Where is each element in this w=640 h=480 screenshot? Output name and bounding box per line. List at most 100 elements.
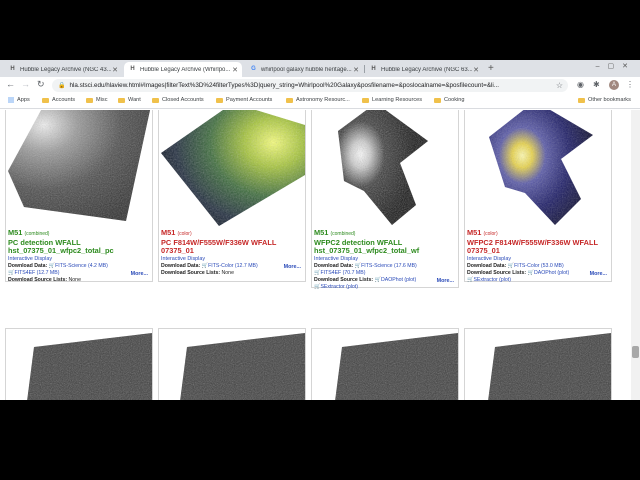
target-label: M51 xyxy=(161,228,176,237)
bookmark-astronomy-resources[interactable]: Astronomy Resourc... xyxy=(286,97,350,103)
bookmark-accounts[interactable]: Accounts xyxy=(42,97,75,103)
dataset-name: hst_07375_01_wfpc2_total_pc xyxy=(8,246,114,255)
apps-grid-icon xyxy=(8,97,14,103)
bookmark-apps[interactable]: Apps xyxy=(8,97,30,103)
download-data-row: 🛒FITS4EF (70.7 MB) xyxy=(314,270,458,277)
download-link[interactable]: FITS-Color (12.7 MB) xyxy=(208,263,258,269)
bookmark-closed-accounts[interactable]: Closed Accounts xyxy=(152,97,204,103)
hla-favicon-icon: H xyxy=(371,66,376,72)
more-link[interactable]: More... xyxy=(437,278,454,284)
bookmark-label: Learning Resources xyxy=(372,97,423,103)
folder-icon xyxy=(362,97,369,103)
source-lists-row: Download Source Lists: None xyxy=(8,277,152,284)
download-data-label: Download Data: xyxy=(8,262,48,269)
folder-icon xyxy=(578,97,585,103)
tab-title: whirlpool galaxy hubble heritage... xyxy=(261,66,352,73)
lock-icon: 🔒 xyxy=(58,83,66,89)
source-lists-label: Download Source Lists: xyxy=(467,269,527,276)
tab-strip: H Hubble Legacy Archive (NGC 43... ✕ H H… xyxy=(0,60,640,77)
folder-icon xyxy=(152,97,159,103)
forward-icon[interactable]: → xyxy=(21,79,30,89)
source-lists-row: 🛒SExtractor (plot) xyxy=(314,284,458,291)
tab-hla-ngc43[interactable]: H Hubble Legacy Archive (NGC 43... ✕ xyxy=(4,62,122,77)
bookmark-payment-accounts[interactable]: Payment Accounts xyxy=(216,97,272,103)
address-bar[interactable]: 🔒 hla.stsci.edu/hlaview.html#Images|filt… xyxy=(52,79,568,92)
download-data-label: Download Data: xyxy=(467,262,507,269)
interactive-display-link[interactable]: Interactive Display xyxy=(8,256,152,263)
tab-hla-whirlpool[interactable]: H Hubble Legacy Archive (Whirlpo... ✕ xyxy=(124,62,242,77)
bookmark-star-icon[interactable]: ☆ xyxy=(556,81,563,90)
preview-image[interactable] xyxy=(6,110,152,228)
extensions-puzzle-icon[interactable]: ✱ xyxy=(593,80,600,89)
more-link[interactable]: More... xyxy=(131,271,148,277)
interactive-display-link[interactable]: Interactive Display xyxy=(314,256,458,263)
close-tab-icon[interactable]: ✕ xyxy=(111,66,119,74)
target-label: M51 xyxy=(467,228,482,237)
browser-toolbar: ← → ↻ 🔒 hla.stsci.edu/hlaview.html#Image… xyxy=(0,77,640,94)
folder-icon xyxy=(42,97,49,103)
download-link[interactable]: FITS-Color (53.0 MB) xyxy=(514,263,564,269)
dataset-name: hst_07375_01_wfpc2_total_wf xyxy=(314,246,420,255)
preview-image[interactable] xyxy=(312,110,458,228)
source-lists-row: Download Source Lists: None xyxy=(161,270,305,277)
bookmark-want[interactable]: Want xyxy=(118,97,141,103)
download-link[interactable]: FITS-Science (17.6 MB) xyxy=(361,263,417,269)
interactive-display-link[interactable]: Interactive Display xyxy=(467,256,611,263)
image-type-tag: (color) xyxy=(177,231,192,237)
extension-circle-icon[interactable]: ◉ xyxy=(577,80,584,89)
preview-image[interactable] xyxy=(312,329,458,400)
dataset-name: 07375_01 xyxy=(467,246,500,255)
result-card xyxy=(158,328,306,400)
preview-image[interactable] xyxy=(6,329,152,400)
result-card xyxy=(5,328,153,400)
card-meta: M51 (combined) WFPC2 detection WFALL hst… xyxy=(314,228,458,291)
source-list-link[interactable]: DAOPhot (plot) xyxy=(534,270,569,276)
result-card: M51 (combined) PC detection WFALL hst_07… xyxy=(5,110,153,284)
google-favicon-icon: G xyxy=(251,66,256,72)
scrollbar-thumb[interactable] xyxy=(632,346,639,358)
source-list-link[interactable]: SExtractor (plot) xyxy=(473,277,510,283)
source-list-link[interactable]: DAOPhot (plot) xyxy=(381,277,416,283)
more-link[interactable]: More... xyxy=(284,264,301,270)
tab-hla-ngc63[interactable]: H Hubble Legacy Archive (NGC 63... ✕ xyxy=(365,62,483,77)
more-link[interactable]: More... xyxy=(590,271,607,277)
bookmark-cooking[interactable]: Cooking xyxy=(434,97,465,103)
window-controls[interactable]: ‒▢✕ xyxy=(596,62,636,70)
menu-kebab-icon[interactable]: ⋮ xyxy=(626,80,634,89)
source-lists-value: None xyxy=(68,276,81,283)
download-link[interactable]: FITS4EF (70.7 MB) xyxy=(320,270,365,276)
folder-icon xyxy=(216,97,223,103)
tab-google-search[interactable]: G whirlpool galaxy hubble heritage... ✕ xyxy=(245,62,363,77)
close-tab-icon[interactable]: ✕ xyxy=(352,66,360,74)
back-icon[interactable]: ← xyxy=(6,79,15,89)
result-card xyxy=(464,328,612,400)
preview-image[interactable] xyxy=(159,110,305,228)
image-type-tag: (combined) xyxy=(330,231,356,237)
card-meta: M51 (color) WFPC2 F814W/F555W/F336W WFAL… xyxy=(467,228,611,284)
source-list-link[interactable]: SExtractor (plot) xyxy=(320,284,357,290)
source-lists-value: None xyxy=(221,269,234,276)
close-tab-icon[interactable]: ✕ xyxy=(472,66,480,74)
preview-image[interactable] xyxy=(159,329,305,400)
bookmark-learning-resources[interactable]: Learning Resources xyxy=(362,97,422,103)
reload-icon[interactable]: ↻ xyxy=(37,79,45,90)
source-lists-label: Download Source Lists: xyxy=(8,276,68,283)
card-meta: M51 (color) PC F814W/F555W/F336W WFALL 0… xyxy=(161,228,305,277)
scrollbar[interactable] xyxy=(631,110,640,400)
preview-image[interactable] xyxy=(465,110,611,228)
tab-title: Hubble Legacy Archive (NGC 43... xyxy=(20,66,111,73)
bookmark-misc[interactable]: Misc xyxy=(86,97,108,103)
download-link[interactable]: FITS4EF (12.7 MB) xyxy=(14,270,59,276)
folder-icon xyxy=(434,97,441,103)
download-link[interactable]: FITS-Science (4.2 MB) xyxy=(55,263,108,269)
source-lists-label: Download Source Lists: xyxy=(161,269,221,276)
preview-image[interactable] xyxy=(465,329,611,400)
dataset-name: 07375_01 xyxy=(161,246,194,255)
new-tab-icon[interactable]: + xyxy=(488,63,494,74)
close-tab-icon[interactable]: ✕ xyxy=(231,66,239,74)
result-card: M51 (color) WFPC2 F814W/F555W/F336W WFAL… xyxy=(464,110,612,284)
bookmark-label: Other bookmarks xyxy=(588,97,631,103)
interactive-display-link[interactable]: Interactive Display xyxy=(161,256,305,263)
bookmark-other[interactable]: Other bookmarks xyxy=(578,97,631,103)
avatar[interactable]: A xyxy=(609,80,619,90)
